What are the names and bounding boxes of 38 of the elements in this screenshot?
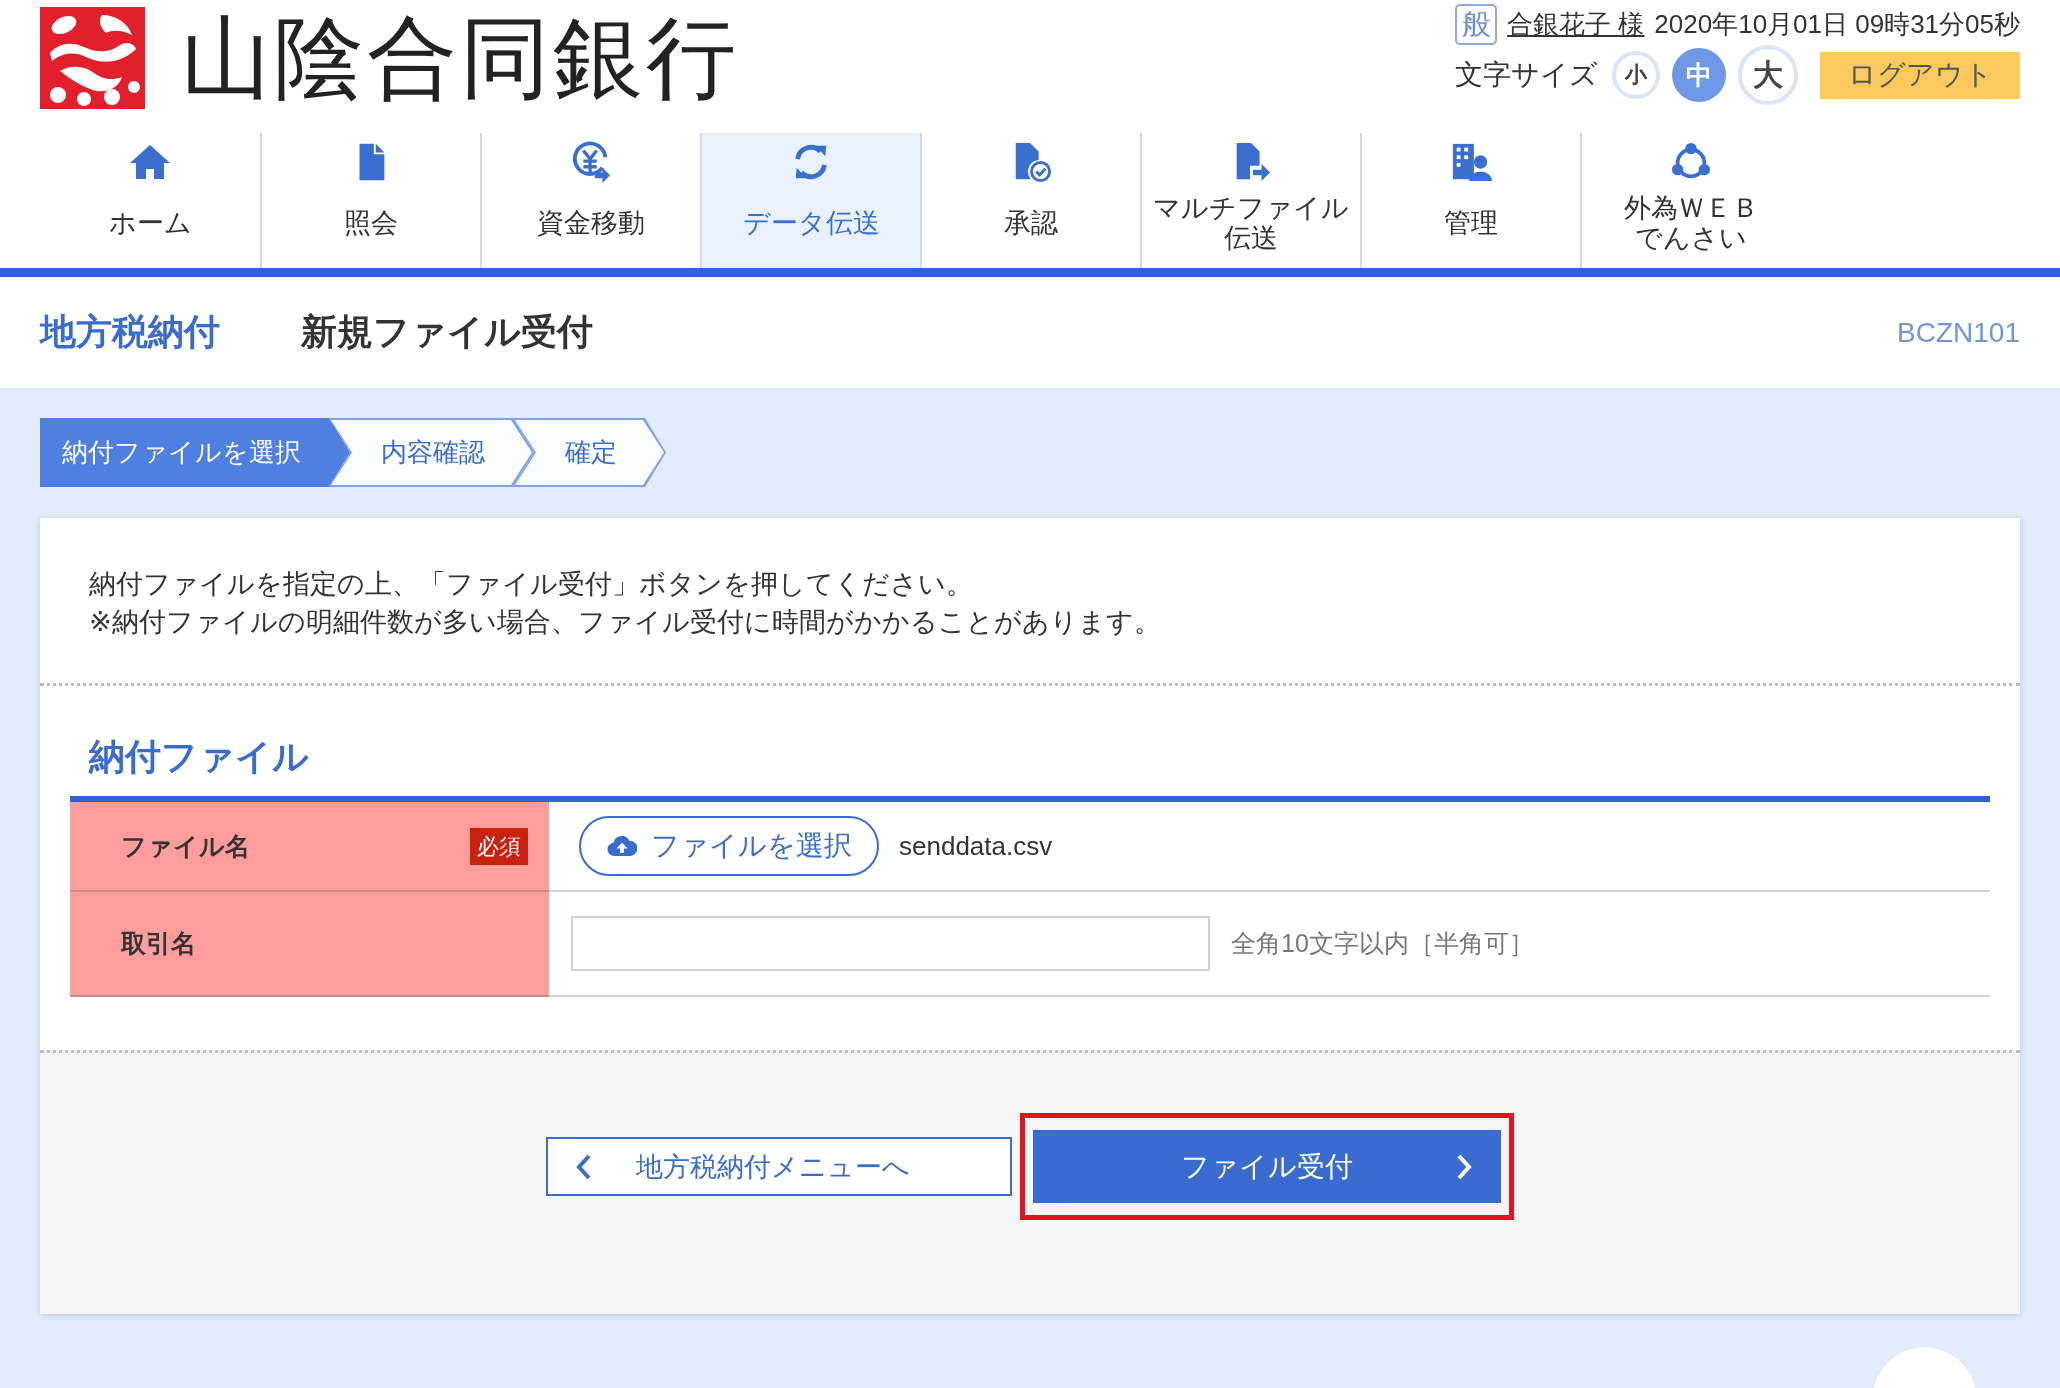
logout-button[interactable]: ログアウト: [1820, 51, 2020, 99]
home-icon: [128, 142, 172, 182]
required-badge: 必須: [470, 827, 528, 865]
file-name-text: senddata.csv: [899, 830, 1053, 862]
chevron-left-icon: [576, 1152, 592, 1181]
cloud-upload-icon: [606, 835, 637, 857]
nav-tab[interactable]: ホーム: [40, 133, 260, 268]
nav-tab[interactable]: 外為ＷＥＢでんさい: [1580, 133, 1800, 268]
yen-coin-arrow-icon: [570, 141, 612, 183]
file-select-button[interactable]: ファイルを選択: [579, 816, 879, 876]
page-title: 新規ファイル受付: [301, 310, 593, 354]
bank-name: 山陰合同銀行: [181, 7, 739, 109]
building-person-icon: [1450, 141, 1492, 183]
user-type-badge: 般: [1455, 4, 1498, 45]
nav-tab[interactable]: マルチファイル伝送: [1140, 133, 1360, 268]
nav-tab[interactable]: データ伝送: [700, 133, 920, 268]
font-size-label: 文字サイズ: [1455, 58, 1598, 92]
chevron-right-icon: [1456, 1152, 1472, 1181]
instruction-text: 納付ファイルを指定の上、「ファイル受付」ボタンを押してください。: [89, 568, 974, 601]
field-label: 取引名: [121, 928, 196, 959]
form-section-title: 納付ファイル: [89, 736, 309, 778]
instruction-text: ※納付ファイルの明細件数が多い場合、ファイル受付に時間がかかることがあります。: [89, 606, 1162, 639]
back-button[interactable]: 地方税納付メニューへ: [546, 1137, 1012, 1196]
submit-button[interactable]: ファイル受付: [1033, 1130, 1501, 1203]
text-input[interactable]: [571, 916, 1210, 971]
datetime-text: 2020年10月01日 09時31分05秒: [1654, 8, 2020, 41]
logo-icon: [40, 7, 145, 109]
font-size-button[interactable]: 小: [1612, 51, 1660, 99]
section-title: 地方税納付: [40, 310, 220, 354]
nav-tab[interactable]: 照会: [260, 133, 480, 268]
input-hint: 全角10文字以内［半角可］: [1231, 928, 1534, 959]
field-label: ファイル名: [121, 830, 250, 862]
progress-step: 納付ファイルを選択: [40, 418, 350, 487]
nav-tab[interactable]: 管理: [1360, 133, 1580, 268]
screen-id: BCZN101: [1897, 316, 2020, 349]
nav-tab[interactable]: 承認: [920, 133, 1140, 268]
font-size-button[interactable]: 大: [1738, 45, 1798, 105]
user-name-link[interactable]: 合銀花子 様: [1507, 7, 1645, 42]
